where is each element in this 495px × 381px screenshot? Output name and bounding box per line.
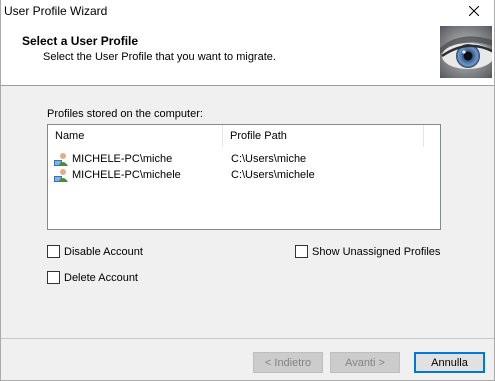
user-profile-icon [54, 169, 68, 182]
checkbox-box[interactable] [47, 271, 60, 284]
page-title: Select a User Profile [22, 34, 139, 48]
title-bar: User Profile Wizard [1, 0, 494, 22]
user-profile-icon [54, 153, 68, 166]
column-header-name[interactable]: Name [48, 125, 223, 147]
list-item[interactable]: MICHELE-PC\michele C:\Users\michele [53, 167, 431, 183]
profile-name: MICHELE-PC\miche [72, 153, 173, 165]
delete-account-checkbox[interactable]: Delete Account [47, 271, 138, 284]
disable-account-checkbox[interactable]: Disable Account [47, 245, 143, 258]
close-button[interactable] [454, 0, 494, 22]
checkbox-label: Delete Account [64, 271, 138, 284]
window-title: User Profile Wizard [4, 4, 108, 18]
profiles-caption: Profiles stored on the computer: [47, 108, 203, 120]
close-icon [469, 6, 479, 16]
wizard-window: User Profile Wizard Select a User Profil… [0, 0, 495, 381]
cancel-button[interactable]: Annulla [414, 352, 485, 373]
page-subtitle: Select the User Profile that you want to… [43, 51, 276, 63]
list-header: Name Profile Path [48, 125, 440, 147]
column-header-profile-path[interactable]: Profile Path [223, 125, 424, 147]
content-panel: Profiles stored on the computer: Name Pr… [1, 86, 494, 339]
profile-path: C:\Users\michele [231, 169, 315, 181]
eye-image [440, 26, 492, 78]
checkbox-box[interactable] [47, 245, 60, 258]
show-unassigned-profiles-checkbox[interactable]: Show Unassigned Profiles [295, 245, 440, 258]
checkbox-box[interactable] [295, 245, 308, 258]
checkbox-label: Disable Account [64, 245, 143, 258]
profiles-list[interactable]: Name Profile Path MICHELE-PC\miche C:\Us… [47, 124, 441, 230]
wizard-header: Select a User Profile Select the User Pr… [1, 22, 494, 86]
checkbox-label: Show Unassigned Profiles [312, 245, 441, 258]
profile-path: C:\Users\miche [231, 153, 307, 165]
back-button[interactable]: < Indietro [253, 352, 323, 373]
profile-name: MICHELE-PC\michele [72, 169, 181, 181]
list-item[interactable]: MICHELE-PC\miche C:\Users\miche [53, 151, 431, 167]
next-button[interactable]: Avanti > [330, 352, 400, 373]
